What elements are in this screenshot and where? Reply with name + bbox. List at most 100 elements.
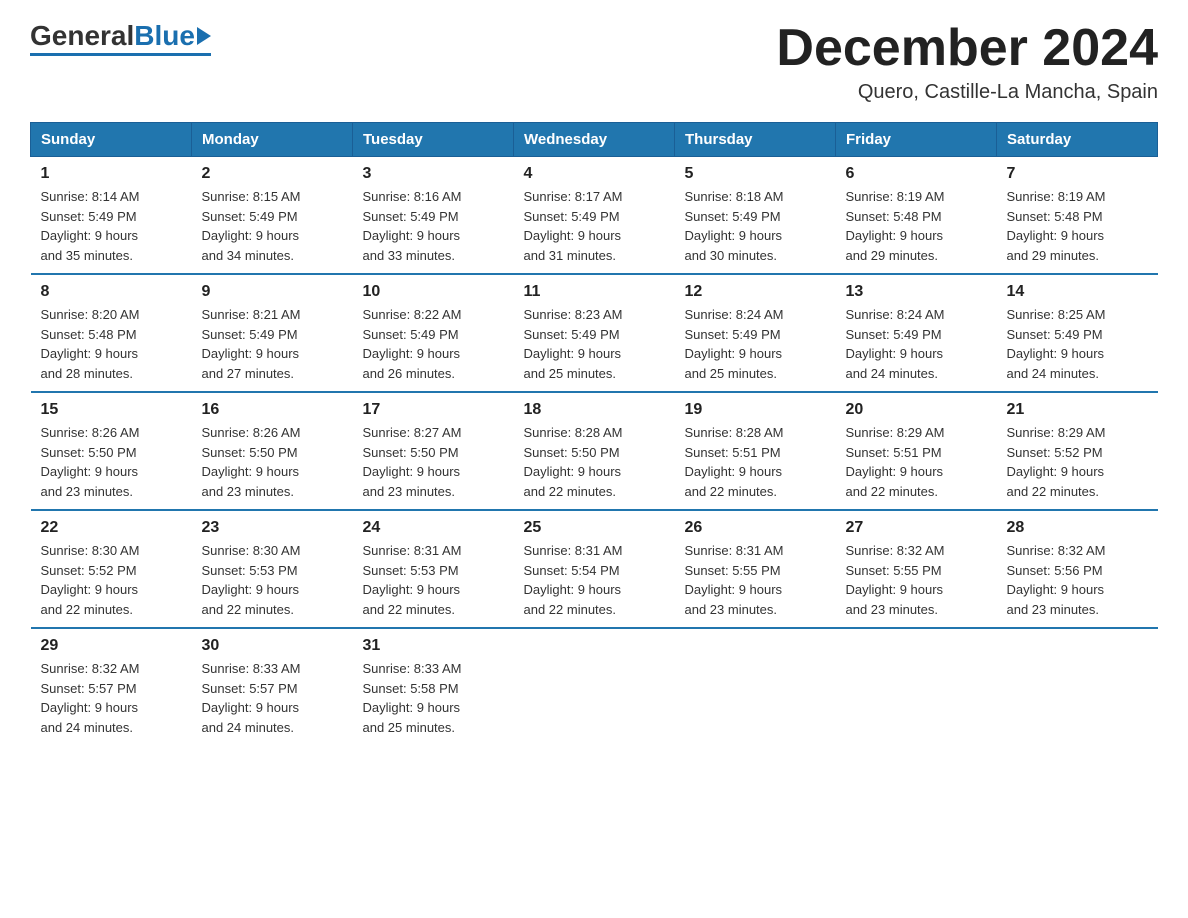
calendar-cell: 4 Sunrise: 8:17 AM Sunset: 5:49 PM Dayli…	[514, 157, 675, 275]
day-number: 26	[685, 519, 826, 537]
calendar-cell: 2 Sunrise: 8:15 AM Sunset: 5:49 PM Dayli…	[192, 157, 353, 275]
calendar-cell	[997, 628, 1158, 745]
day-number: 22	[41, 519, 182, 537]
day-number: 3	[363, 165, 504, 183]
weekday-header-tuesday: Tuesday	[353, 123, 514, 157]
weekday-header-row: SundayMondayTuesdayWednesdayThursdayFrid…	[31, 123, 1158, 157]
calendar-header: SundayMondayTuesdayWednesdayThursdayFrid…	[31, 123, 1158, 157]
logo-blue-text: Blue	[134, 20, 195, 52]
day-number: 1	[41, 165, 182, 183]
calendar-cell	[836, 628, 997, 745]
day-info: Sunrise: 8:24 AM Sunset: 5:49 PM Dayligh…	[685, 305, 826, 383]
day-number: 20	[846, 401, 987, 419]
day-info: Sunrise: 8:27 AM Sunset: 5:50 PM Dayligh…	[363, 423, 504, 501]
calendar-cell: 8 Sunrise: 8:20 AM Sunset: 5:48 PM Dayli…	[31, 274, 192, 392]
day-number: 18	[524, 401, 665, 419]
weekday-header-friday: Friday	[836, 123, 997, 157]
day-info: Sunrise: 8:33 AM Sunset: 5:57 PM Dayligh…	[202, 659, 343, 737]
calendar-cell: 22 Sunrise: 8:30 AM Sunset: 5:52 PM Dayl…	[31, 510, 192, 628]
day-number: 24	[363, 519, 504, 537]
day-info: Sunrise: 8:18 AM Sunset: 5:49 PM Dayligh…	[685, 187, 826, 265]
day-info: Sunrise: 8:28 AM Sunset: 5:51 PM Dayligh…	[685, 423, 826, 501]
day-number: 17	[363, 401, 504, 419]
day-info: Sunrise: 8:17 AM Sunset: 5:49 PM Dayligh…	[524, 187, 665, 265]
day-info: Sunrise: 8:33 AM Sunset: 5:58 PM Dayligh…	[363, 659, 504, 737]
day-info: Sunrise: 8:30 AM Sunset: 5:53 PM Dayligh…	[202, 541, 343, 619]
calendar-cell: 29 Sunrise: 8:32 AM Sunset: 5:57 PM Dayl…	[31, 628, 192, 745]
day-number: 13	[846, 283, 987, 301]
calendar-cell: 14 Sunrise: 8:25 AM Sunset: 5:49 PM Dayl…	[997, 274, 1158, 392]
day-info: Sunrise: 8:32 AM Sunset: 5:56 PM Dayligh…	[1007, 541, 1148, 619]
calendar-cell: 5 Sunrise: 8:18 AM Sunset: 5:49 PM Dayli…	[675, 157, 836, 275]
day-number: 11	[524, 283, 665, 301]
calendar-body: 1 Sunrise: 8:14 AM Sunset: 5:49 PM Dayli…	[31, 157, 1158, 746]
calendar-cell	[675, 628, 836, 745]
weekday-header-saturday: Saturday	[997, 123, 1158, 157]
day-number: 19	[685, 401, 826, 419]
logo-general-text: General	[30, 20, 134, 52]
day-info: Sunrise: 8:19 AM Sunset: 5:48 PM Dayligh…	[1007, 187, 1148, 265]
day-number: 2	[202, 165, 343, 183]
day-info: Sunrise: 8:25 AM Sunset: 5:49 PM Dayligh…	[1007, 305, 1148, 383]
title-block: December 2024 Quero, Castille-La Mancha,…	[776, 20, 1158, 104]
calendar-cell: 13 Sunrise: 8:24 AM Sunset: 5:49 PM Dayl…	[836, 274, 997, 392]
calendar-cell: 26 Sunrise: 8:31 AM Sunset: 5:55 PM Dayl…	[675, 510, 836, 628]
calendar-week-row: 15 Sunrise: 8:26 AM Sunset: 5:50 PM Dayl…	[31, 392, 1158, 510]
calendar-cell: 15 Sunrise: 8:26 AM Sunset: 5:50 PM Dayl…	[31, 392, 192, 510]
calendar-week-row: 8 Sunrise: 8:20 AM Sunset: 5:48 PM Dayli…	[31, 274, 1158, 392]
day-number: 6	[846, 165, 987, 183]
calendar-cell: 10 Sunrise: 8:22 AM Sunset: 5:49 PM Dayl…	[353, 274, 514, 392]
calendar-cell: 7 Sunrise: 8:19 AM Sunset: 5:48 PM Dayli…	[997, 157, 1158, 275]
calendar-table: SundayMondayTuesdayWednesdayThursdayFrid…	[30, 122, 1158, 745]
day-info: Sunrise: 8:21 AM Sunset: 5:49 PM Dayligh…	[202, 305, 343, 383]
day-number: 21	[1007, 401, 1148, 419]
day-number: 23	[202, 519, 343, 537]
weekday-header-thursday: Thursday	[675, 123, 836, 157]
calendar-cell: 11 Sunrise: 8:23 AM Sunset: 5:49 PM Dayl…	[514, 274, 675, 392]
day-number: 27	[846, 519, 987, 537]
day-info: Sunrise: 8:31 AM Sunset: 5:54 PM Dayligh…	[524, 541, 665, 619]
day-info: Sunrise: 8:16 AM Sunset: 5:49 PM Dayligh…	[363, 187, 504, 265]
calendar-cell: 21 Sunrise: 8:29 AM Sunset: 5:52 PM Dayl…	[997, 392, 1158, 510]
day-number: 15	[41, 401, 182, 419]
weekday-header-sunday: Sunday	[31, 123, 192, 157]
day-number: 14	[1007, 283, 1148, 301]
calendar-cell	[514, 628, 675, 745]
day-info: Sunrise: 8:31 AM Sunset: 5:55 PM Dayligh…	[685, 541, 826, 619]
day-info: Sunrise: 8:14 AM Sunset: 5:49 PM Dayligh…	[41, 187, 182, 265]
day-info: Sunrise: 8:29 AM Sunset: 5:52 PM Dayligh…	[1007, 423, 1148, 501]
calendar-cell: 27 Sunrise: 8:32 AM Sunset: 5:55 PM Dayl…	[836, 510, 997, 628]
day-number: 9	[202, 283, 343, 301]
day-info: Sunrise: 8:31 AM Sunset: 5:53 PM Dayligh…	[363, 541, 504, 619]
calendar-cell: 17 Sunrise: 8:27 AM Sunset: 5:50 PM Dayl…	[353, 392, 514, 510]
day-info: Sunrise: 8:15 AM Sunset: 5:49 PM Dayligh…	[202, 187, 343, 265]
calendar-week-row: 22 Sunrise: 8:30 AM Sunset: 5:52 PM Dayl…	[31, 510, 1158, 628]
day-info: Sunrise: 8:23 AM Sunset: 5:49 PM Dayligh…	[524, 305, 665, 383]
calendar-cell: 19 Sunrise: 8:28 AM Sunset: 5:51 PM Dayl…	[675, 392, 836, 510]
page-header: General Blue December 2024 Quero, Castil…	[30, 20, 1158, 104]
calendar-cell: 31 Sunrise: 8:33 AM Sunset: 5:58 PM Dayl…	[353, 628, 514, 745]
calendar-cell: 3 Sunrise: 8:16 AM Sunset: 5:49 PM Dayli…	[353, 157, 514, 275]
logo: General Blue	[30, 20, 211, 56]
location-text: Quero, Castille-La Mancha, Spain	[776, 81, 1158, 104]
day-number: 29	[41, 637, 182, 655]
weekday-header-monday: Monday	[192, 123, 353, 157]
day-number: 28	[1007, 519, 1148, 537]
calendar-cell: 16 Sunrise: 8:26 AM Sunset: 5:50 PM Dayl…	[192, 392, 353, 510]
day-info: Sunrise: 8:32 AM Sunset: 5:55 PM Dayligh…	[846, 541, 987, 619]
calendar-cell: 24 Sunrise: 8:31 AM Sunset: 5:53 PM Dayl…	[353, 510, 514, 628]
calendar-cell: 18 Sunrise: 8:28 AM Sunset: 5:50 PM Dayl…	[514, 392, 675, 510]
calendar-cell: 28 Sunrise: 8:32 AM Sunset: 5:56 PM Dayl…	[997, 510, 1158, 628]
month-title: December 2024	[776, 20, 1158, 77]
day-number: 7	[1007, 165, 1148, 183]
day-info: Sunrise: 8:32 AM Sunset: 5:57 PM Dayligh…	[41, 659, 182, 737]
day-number: 25	[524, 519, 665, 537]
day-number: 5	[685, 165, 826, 183]
calendar-cell: 9 Sunrise: 8:21 AM Sunset: 5:49 PM Dayli…	[192, 274, 353, 392]
day-info: Sunrise: 8:29 AM Sunset: 5:51 PM Dayligh…	[846, 423, 987, 501]
calendar-week-row: 1 Sunrise: 8:14 AM Sunset: 5:49 PM Dayli…	[31, 157, 1158, 275]
calendar-cell: 12 Sunrise: 8:24 AM Sunset: 5:49 PM Dayl…	[675, 274, 836, 392]
day-info: Sunrise: 8:30 AM Sunset: 5:52 PM Dayligh…	[41, 541, 182, 619]
calendar-cell: 23 Sunrise: 8:30 AM Sunset: 5:53 PM Dayl…	[192, 510, 353, 628]
day-info: Sunrise: 8:19 AM Sunset: 5:48 PM Dayligh…	[846, 187, 987, 265]
